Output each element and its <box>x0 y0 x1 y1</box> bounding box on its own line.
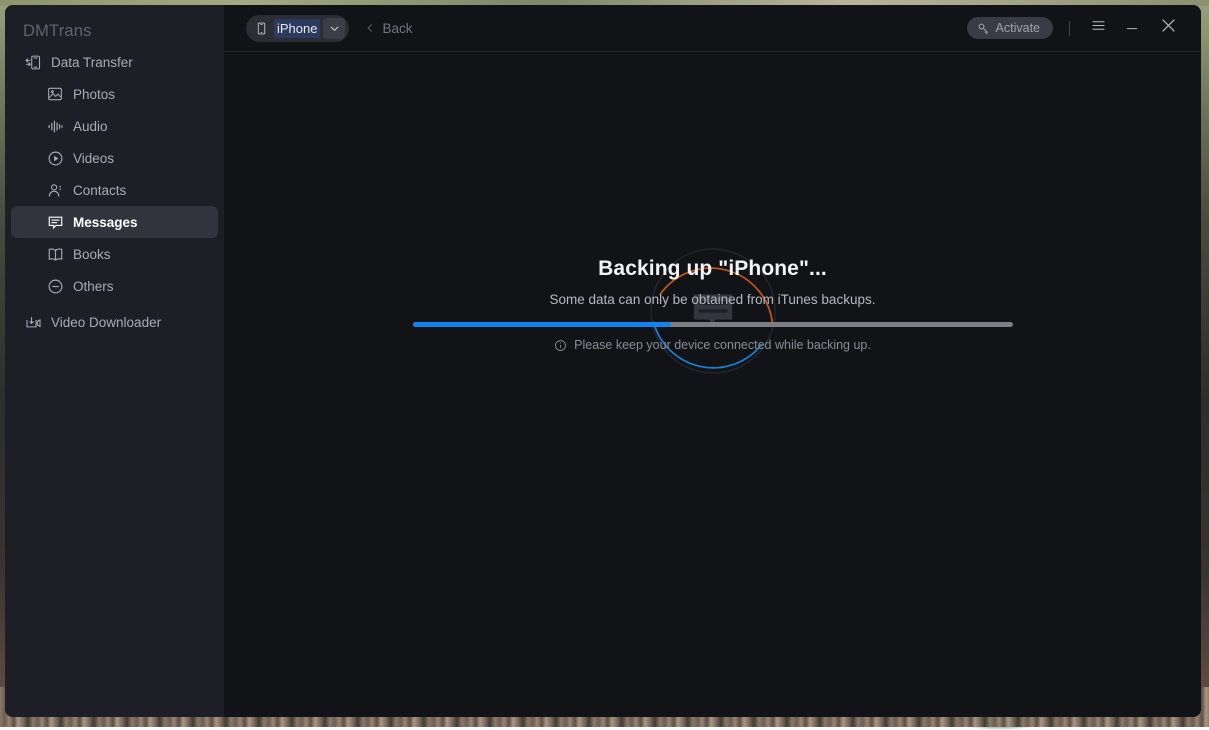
app-brand-title: DMTrans <box>5 5 224 35</box>
device-selector[interactable]: iPhone <box>246 15 349 42</box>
sidebar-item-label: Videos <box>73 151 114 166</box>
progress-bar <box>413 322 1013 327</box>
sidebar-item-video-downloader[interactable]: Video Downloader <box>11 306 218 338</box>
close-button[interactable] <box>1153 13 1183 43</box>
video-download-icon <box>24 313 42 331</box>
key-icon <box>977 22 990 35</box>
status-subtitle: Some data can only be obtained from iTun… <box>224 292 1201 307</box>
sidebar-item-videos[interactable]: Videos <box>11 142 218 174</box>
circle-minus-icon <box>46 277 64 295</box>
header-bar: iPhone Back <box>224 5 1201 52</box>
phone-transfer-icon <box>24 53 42 71</box>
sidebar-item-label: Books <box>73 247 111 262</box>
sidebar-item-label: Data Transfer <box>51 55 133 70</box>
progress-bar-fill <box>413 322 671 327</box>
sidebar-nav: Data Transfer Photos <box>5 46 224 338</box>
chevron-left-icon <box>365 21 375 35</box>
back-button[interactable]: Back <box>365 21 412 36</box>
menu-button[interactable] <box>1083 13 1113 43</box>
minimize-button[interactable] <box>1117 13 1147 43</box>
contact-person-icon <box>46 181 64 199</box>
minimize-icon <box>1124 18 1140 39</box>
app-window: DMTrans Data Transfer <box>5 5 1201 717</box>
backup-hint-label: Please keep your device connected while … <box>574 338 871 352</box>
close-icon <box>1159 16 1178 40</box>
activate-button-label: Activate <box>996 21 1040 35</box>
main-panel: iPhone Back <box>224 5 1201 717</box>
book-icon <box>46 245 64 263</box>
hamburger-menu-icon <box>1090 18 1107 38</box>
sidebar-item-books[interactable]: Books <box>11 238 218 270</box>
photo-icon <box>46 85 64 103</box>
sidebar-item-label: Messages <box>73 215 138 230</box>
sidebar-item-messages[interactable]: Messages <box>11 206 218 238</box>
info-icon <box>554 339 567 352</box>
status-title: Backing up "iPhone"... <box>224 257 1201 281</box>
sidebar-item-label: Audio <box>73 119 108 134</box>
phone-icon <box>255 21 268 36</box>
video-play-icon <box>46 149 64 167</box>
message-bubble-icon <box>46 213 64 231</box>
sidebar: DMTrans Data Transfer <box>5 5 224 717</box>
back-button-label: Back <box>382 21 412 36</box>
sidebar-item-others[interactable]: Others <box>11 270 218 302</box>
header-actions: Activate <box>967 13 1201 43</box>
device-name-label: iPhone <box>274 19 320 38</box>
sidebar-item-photos[interactable]: Photos <box>11 78 218 110</box>
sidebar-item-label: Contacts <box>73 183 126 198</box>
backup-hint: Please keep your device connected while … <box>224 338 1201 352</box>
sidebar-item-label: Others <box>73 279 114 294</box>
sidebar-item-contacts[interactable]: Contacts <box>11 174 218 206</box>
backup-progress-panel: Backing up "iPhone"... Some data can onl… <box>224 51 1201 717</box>
sidebar-item-label: Photos <box>73 87 115 102</box>
audio-wave-icon <box>46 117 64 135</box>
header-divider <box>1069 21 1070 36</box>
sidebar-item-label: Video Downloader <box>51 315 161 330</box>
sidebar-item-audio[interactable]: Audio <box>11 110 218 142</box>
activate-button[interactable]: Activate <box>967 17 1053 39</box>
chevron-down-icon[interactable] <box>323 18 345 39</box>
sidebar-item-data-transfer[interactable]: Data Transfer <box>11 46 218 78</box>
